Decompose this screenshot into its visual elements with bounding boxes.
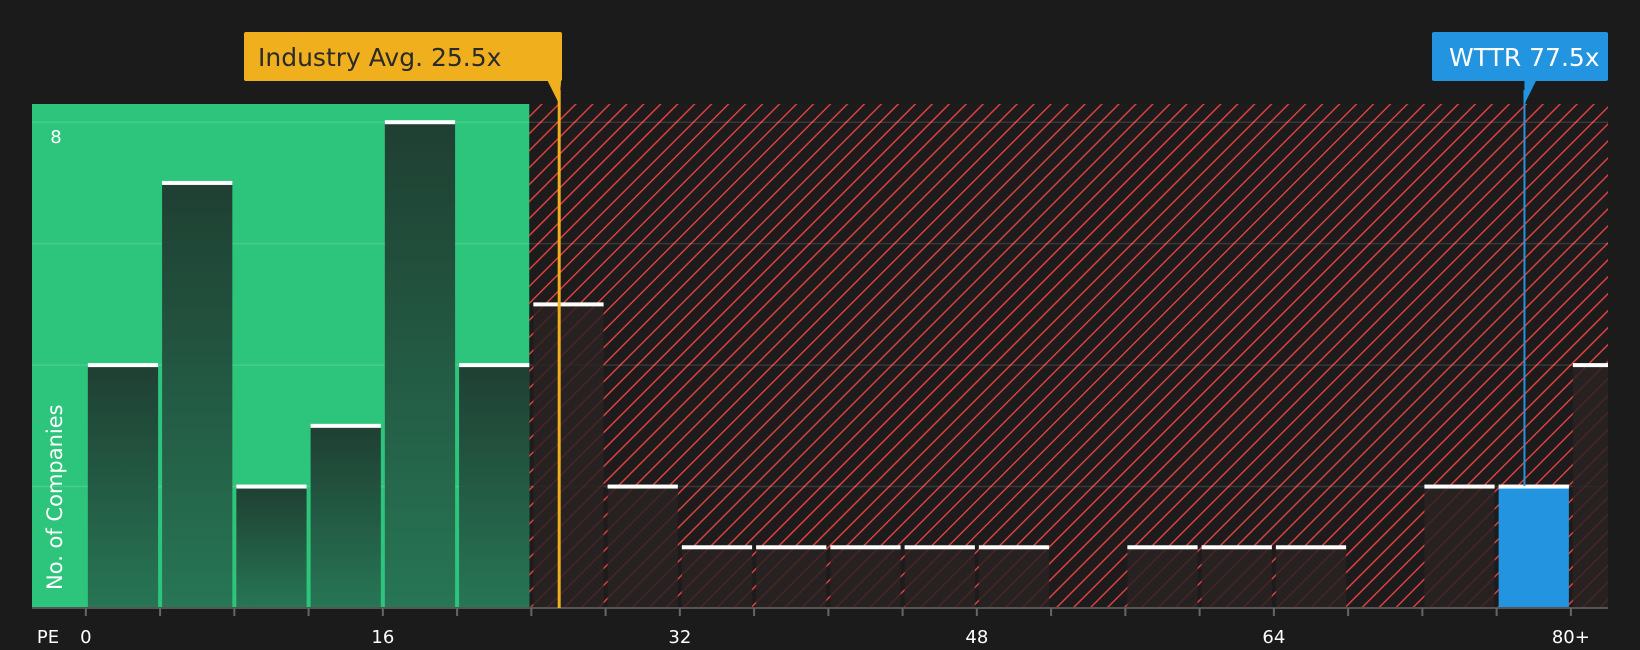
histogram-bar [162, 182, 233, 608]
histogram-bar [1424, 486, 1495, 608]
histogram-bar [1498, 486, 1569, 608]
x-tick-label: 0 [80, 627, 91, 648]
bar-top-cap [533, 302, 604, 307]
histogram-bar [87, 365, 159, 608]
bar-top-cap [384, 120, 456, 125]
histogram-bar [1127, 547, 1198, 608]
bar-top-cap [1127, 545, 1198, 550]
industry-avg-callout-pointer [547, 80, 562, 104]
bar-top-cap [1275, 545, 1347, 550]
bar-top-cap [830, 545, 901, 550]
histogram-bar [459, 365, 530, 608]
bar-top-cap [162, 180, 233, 185]
x-tick-label: 16 [371, 627, 394, 648]
bar-top-cap [1201, 545, 1272, 550]
pe-histogram-chart: 0 16 32 48 64 80+ PE 8 No. of Companies Industry… [0, 0, 1640, 650]
y-axis-title: No. of Companies [43, 404, 67, 590]
bar-top-cap [607, 484, 678, 489]
bar-top-cap [459, 363, 530, 368]
histogram-bar [978, 547, 1050, 608]
bar-top-cap [756, 545, 827, 550]
bar-top-cap [310, 423, 381, 428]
histogram-bar [310, 425, 381, 608]
bar-top-cap [236, 484, 307, 489]
bar-top-cap [978, 545, 1050, 550]
y-tick-label: 8 [50, 127, 61, 148]
x-tick-label: 64 [1262, 627, 1285, 648]
bar-top-cap [87, 363, 159, 368]
bar-top-cap [904, 545, 975, 550]
x-axis-title: PE [37, 627, 59, 648]
company-pe-callout-pointer [1524, 80, 1537, 104]
x-tick-label: 48 [965, 627, 988, 648]
histogram-bar [533, 304, 604, 608]
x-tick-label: 32 [668, 627, 691, 648]
bar-top-cap [1424, 484, 1495, 489]
histogram-bar [1275, 547, 1347, 608]
company-pe-label: WTTR 77.5x [1449, 43, 1600, 72]
histogram-bar [384, 122, 456, 609]
histogram-bar [607, 486, 678, 608]
histogram-bar [681, 547, 753, 608]
chart-svg: 0 16 32 48 64 80+ PE 8 No. of Companies Industry… [32, 32, 1608, 648]
histogram-bar [830, 547, 901, 608]
histogram-bar [1201, 547, 1272, 608]
histogram-bar [236, 486, 307, 608]
bar-top-cap [681, 545, 753, 550]
industry-avg-label: Industry Avg. 25.5x [258, 43, 501, 72]
histogram-bar [756, 547, 827, 608]
bar-top-cap [1572, 363, 1608, 368]
histogram-bar [1572, 365, 1608, 608]
bar-top-cap [1498, 484, 1569, 489]
x-tick-label: 80+ [1552, 627, 1590, 648]
histogram-bar [904, 547, 975, 608]
